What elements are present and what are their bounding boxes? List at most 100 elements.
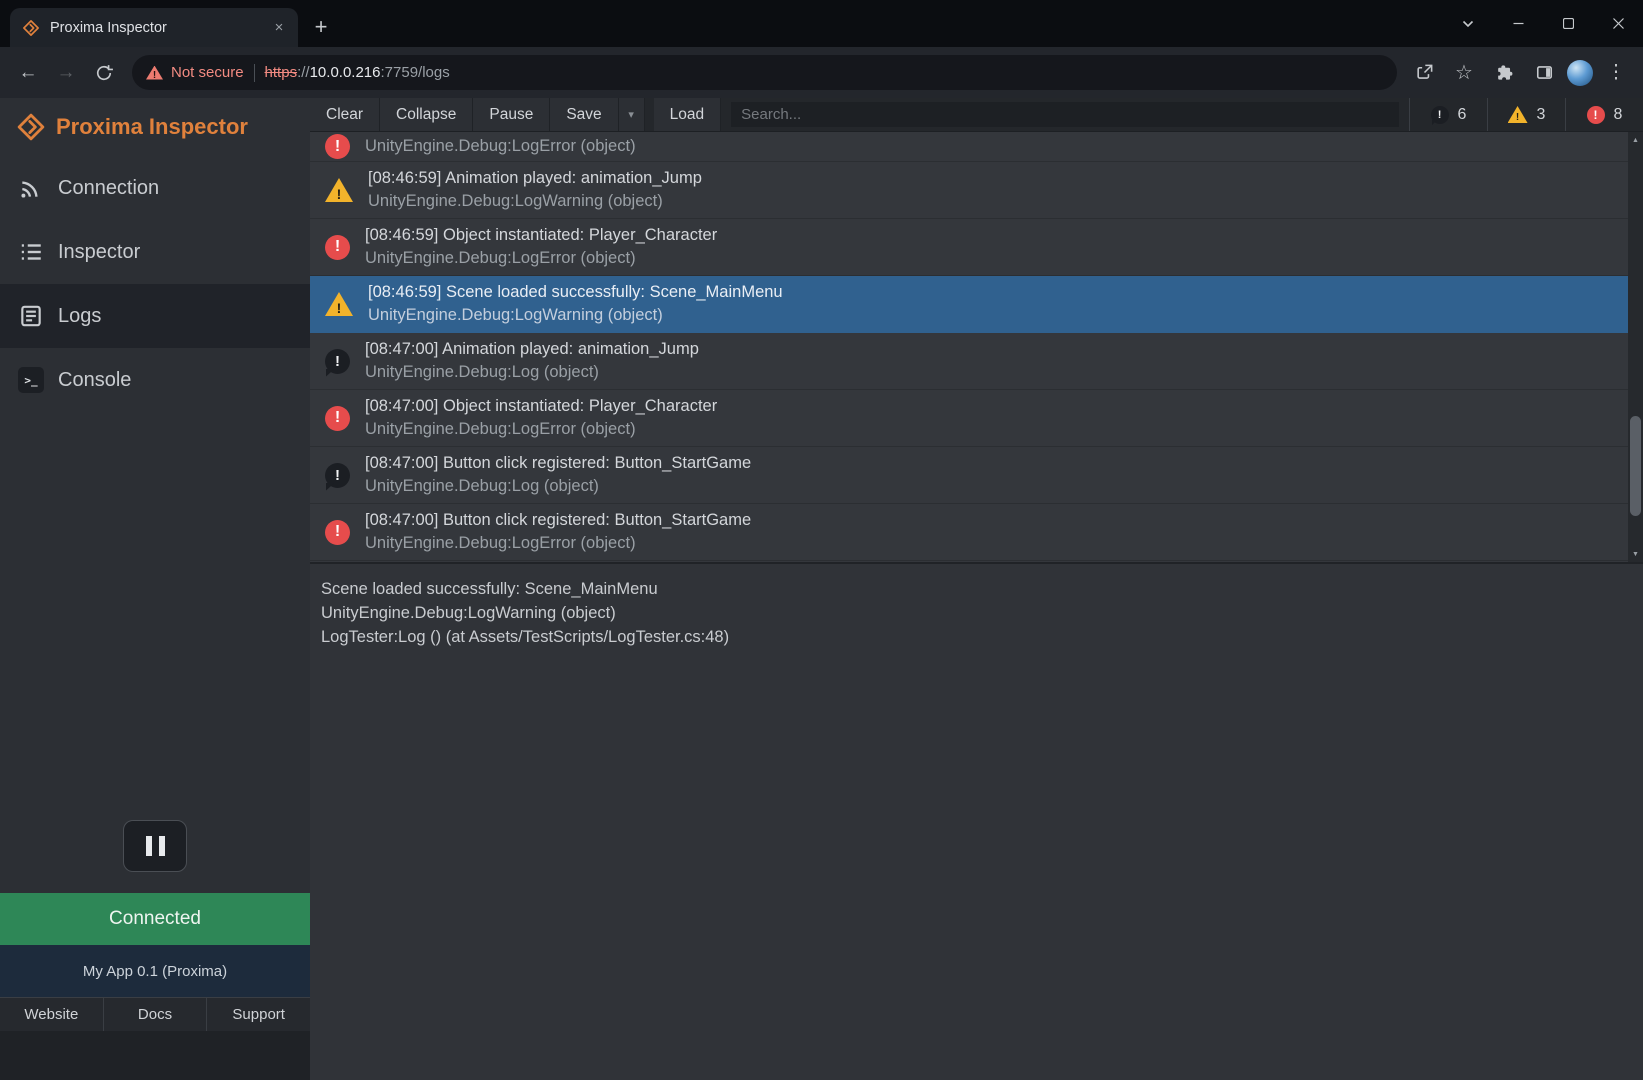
sidebar-item-inspector[interactable]: Inspector	[0, 220, 310, 284]
scrollbar-track[interactable]	[1628, 148, 1643, 546]
side-panel-icon[interactable]	[1527, 56, 1561, 90]
search-container	[721, 98, 1409, 131]
connection-icon	[18, 175, 44, 201]
app-logo: Proxima Inspector	[0, 98, 310, 156]
address-bar[interactable]: Not secure https :// 10.0.0.216 :7759/lo…	[132, 55, 1397, 90]
browser-navbar: Not secure https :// 10.0.0.216 :7759/lo…	[0, 47, 1643, 98]
connection-status-badge: Connected	[0, 893, 310, 945]
log-message: [08:46:59] Scene loaded successfully: Sc…	[368, 281, 783, 304]
collapse-button[interactable]: Collapse	[380, 98, 473, 131]
log-stack: UnityEngine.Debug:LogWarning (object)	[368, 304, 783, 327]
detail-line: Scene loaded successfully: Scene_MainMen…	[321, 577, 1632, 601]
log-stack: UnityEngine.Debug:LogWarning (object)	[368, 190, 702, 213]
log-stack: UnityEngine.Debug:LogError (object)	[365, 135, 636, 158]
save-dropdown-icon[interactable]	[619, 98, 645, 131]
tab-close-icon[interactable]	[268, 17, 290, 39]
search-input[interactable]	[731, 102, 1399, 127]
save-button[interactable]: Save	[550, 98, 618, 131]
log-row[interactable]: [08:46:59] Animation played: animation_J…	[310, 162, 1628, 219]
log-row[interactable]: [08:47:00] Animation played: animation_J…	[310, 333, 1628, 390]
browser-window: Proxima Inspector Not secure https :// 1…	[0, 0, 1643, 1080]
console-terminal-icon	[18, 367, 44, 393]
reload-button[interactable]	[86, 55, 122, 91]
window-maximize-button[interactable]	[1543, 0, 1593, 47]
website-link[interactable]: Website	[0, 998, 104, 1031]
load-button[interactable]: Load	[654, 98, 721, 131]
pause-logs-button[interactable]: Pause	[473, 98, 550, 131]
scrollbar-thumb[interactable]	[1630, 416, 1641, 516]
app-logo-text: Proxima Inspector	[56, 114, 248, 140]
log-row-selected[interactable]: [08:46:59] Scene loaded successfully: Sc…	[310, 276, 1628, 333]
forward-button[interactable]	[48, 55, 84, 91]
url-host: 10.0.0.216	[310, 64, 381, 81]
back-button[interactable]	[10, 55, 46, 91]
reload-icon	[94, 63, 114, 83]
error-icon	[325, 406, 350, 431]
error-count-icon	[1587, 106, 1605, 124]
error-count-filter[interactable]: 8	[1565, 98, 1643, 131]
toolbar-gap	[645, 98, 654, 131]
log-count-value: 6	[1458, 106, 1467, 124]
warning-count-value: 3	[1537, 106, 1546, 124]
error-icon	[325, 520, 350, 545]
share-button[interactable]	[1407, 56, 1441, 90]
log-row[interactable]: [08:47:00] Button click registered: Butt…	[310, 447, 1628, 504]
sidebar-item-label: Logs	[58, 305, 101, 328]
log-scrollbar[interactable]	[1628, 132, 1643, 562]
sidebar-spacer	[0, 412, 310, 820]
log-message: [08:47:00] Button click registered: Butt…	[365, 509, 751, 532]
support-link[interactable]: Support	[207, 998, 310, 1031]
not-secure-label[interactable]: Not secure	[171, 64, 244, 81]
log-stack: UnityEngine.Debug:Log (object)	[365, 361, 699, 384]
sidebar-footer: Website Docs Support	[0, 997, 310, 1031]
log-stack: UnityEngine.Debug:LogError (object)	[365, 532, 751, 555]
inspector-list-icon	[18, 239, 44, 265]
window-chevron-button[interactable]	[1443, 0, 1493, 47]
url-separator: ://	[297, 64, 310, 81]
omnibox-divider	[254, 64, 255, 82]
proxima-logo-icon	[16, 112, 46, 142]
log-info-icon	[325, 463, 350, 488]
extensions-puzzle-icon[interactable]	[1487, 56, 1521, 90]
browser-tab[interactable]: Proxima Inspector	[10, 8, 298, 47]
sidebar-item-connection[interactable]: Connection	[0, 156, 310, 220]
log-message: [08:46:59] Animation played: animation_J…	[368, 167, 702, 190]
browser-titlebar: Proxima Inspector	[0, 0, 1643, 47]
log-text: UnityEngine.Debug:LogError (object)	[365, 135, 636, 158]
log-text: [08:47:00] Button click registered: Butt…	[365, 452, 751, 498]
log-text: [08:47:00] Object instantiated: Player_C…	[365, 395, 717, 441]
profile-avatar[interactable]	[1567, 60, 1593, 86]
log-text: [08:47:00] Animation played: animation_J…	[365, 338, 699, 384]
log-row[interactable]: [08:46:59] Object instantiated: Player_C…	[310, 219, 1628, 276]
window-close-button[interactable]	[1593, 0, 1643, 47]
bookmark-star-icon[interactable]	[1447, 56, 1481, 90]
navbar-actions	[1407, 56, 1633, 90]
window-minimize-button[interactable]	[1493, 0, 1543, 47]
log-info-icon	[325, 349, 350, 374]
sidebar-item-label: Console	[58, 369, 131, 392]
log-list: UnityEngine.Debug:LogError (object) [08:…	[310, 132, 1643, 562]
sidebar-item-logs[interactable]: Logs	[0, 284, 310, 348]
error-count-value: 8	[1614, 106, 1623, 124]
log-row[interactable]: UnityEngine.Debug:LogError (object)	[310, 132, 1628, 162]
not-secure-icon[interactable]	[146, 66, 163, 80]
log-count-filter[interactable]: 6	[1409, 98, 1487, 131]
url-path: :7759/logs	[381, 64, 450, 81]
warning-count-filter[interactable]: 3	[1487, 98, 1565, 131]
sidebar-item-label: Inspector	[58, 241, 140, 264]
scroll-down-icon[interactable]	[1628, 546, 1643, 562]
new-tab-button[interactable]	[306, 12, 336, 42]
sidebar-bottom-gap	[0, 1031, 310, 1080]
scroll-up-icon[interactable]	[1628, 132, 1643, 148]
sidebar: Proxima Inspector Connection Inspector L…	[0, 98, 310, 1080]
log-message: [08:47:00] Object instantiated: Player_C…	[365, 395, 717, 418]
warning-count-icon	[1508, 106, 1528, 123]
clear-button[interactable]: Clear	[310, 98, 380, 131]
browser-menu-icon[interactable]	[1599, 56, 1633, 90]
log-row[interactable]: [08:47:00] Object instantiated: Player_C…	[310, 390, 1628, 447]
docs-link[interactable]: Docs	[104, 998, 208, 1031]
pause-stream-button[interactable]	[123, 820, 187, 872]
log-stack: UnityEngine.Debug:LogError (object)	[365, 418, 717, 441]
sidebar-item-console[interactable]: Console	[0, 348, 310, 412]
log-row[interactable]: [08:47:00] Button click registered: Butt…	[310, 504, 1628, 561]
